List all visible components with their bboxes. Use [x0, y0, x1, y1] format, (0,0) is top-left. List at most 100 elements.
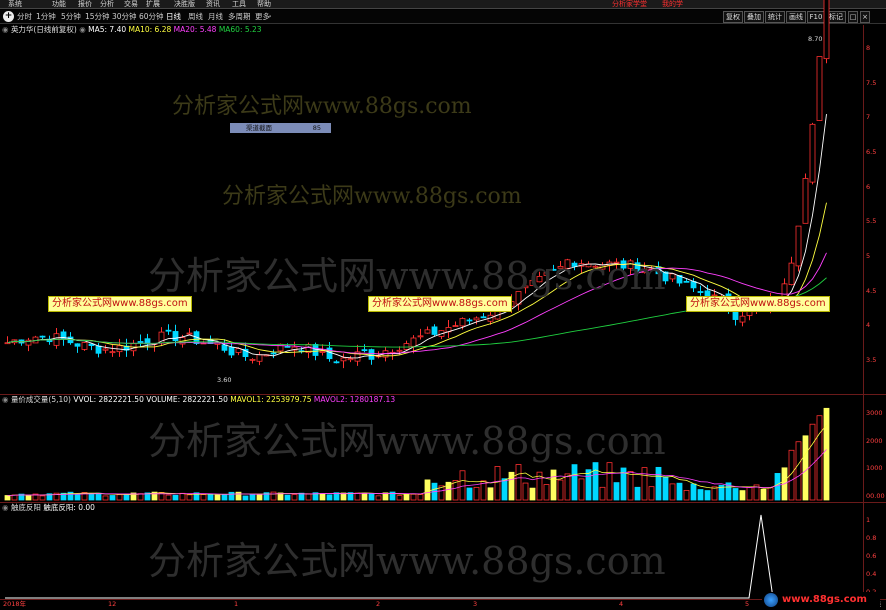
volume-bar [4, 495, 11, 501]
axis-tick-label: 00.00 [866, 492, 885, 500]
volume-bar [291, 494, 298, 501]
panel-divider-indicator[interactable] [0, 502, 886, 503]
volume-bar [417, 494, 424, 501]
date-label-year: 2018年 [3, 600, 27, 608]
candle-body [816, 56, 823, 121]
gear-icon[interactable]: ◉ [2, 395, 9, 404]
volume-bar [683, 489, 690, 501]
candle-body [249, 358, 256, 361]
gear-icon[interactable]: ◉ [2, 503, 9, 512]
ma10-line [7, 202, 827, 357]
volume-bar [354, 492, 361, 501]
volume-bar [165, 494, 172, 501]
axis-tick-label: 3.5 [866, 356, 877, 364]
volume-bar [284, 494, 291, 501]
volume-bar [571, 464, 578, 501]
axis-tick-label: 6.5 [866, 148, 877, 156]
candle-body [529, 279, 536, 286]
candle-body [284, 345, 291, 348]
candle-body [592, 265, 599, 268]
volume-bar [221, 494, 228, 501]
axis-tick-label: 0.8 [866, 534, 877, 542]
candle-body [361, 349, 368, 352]
candle-body [235, 348, 242, 353]
candle-body [613, 261, 620, 264]
volume-bar [823, 407, 830, 501]
volume-bar [522, 482, 529, 501]
volume-bar [172, 494, 179, 501]
volume-bar [270, 491, 277, 501]
date-axis-line [0, 599, 886, 600]
volume-bar [396, 495, 403, 501]
candle-body [410, 337, 417, 347]
price-axis-line [863, 25, 864, 600]
candle-body [81, 342, 88, 350]
volume-bar [634, 486, 641, 501]
candle-body [403, 343, 410, 350]
candle-body [459, 318, 466, 327]
volume-bar [599, 486, 606, 501]
volume-ma-line [7, 449, 827, 496]
volume-bar [494, 466, 501, 501]
candle-body [627, 260, 634, 269]
volume-bar [662, 476, 669, 501]
candle-body [39, 335, 46, 338]
volume-bar [767, 487, 774, 501]
volume-bar [11, 494, 18, 501]
volume-bar [606, 462, 613, 501]
date-label-apr: 4 [619, 600, 624, 608]
candle-body [550, 268, 557, 271]
volume-bar [592, 462, 599, 501]
candle-body [347, 358, 354, 361]
watermark-box: 分析家公式网www.88gs.com [368, 296, 512, 312]
candle-body [4, 342, 11, 345]
volume-bar [179, 492, 186, 501]
volume-bar [186, 494, 193, 501]
volume-bar [39, 495, 46, 501]
axis-tick-label: 7.5 [866, 78, 877, 87]
volume-bar [305, 493, 312, 501]
logo-icon [764, 593, 778, 607]
low-price-marker: 3.60 [217, 376, 232, 384]
axis-tick-label: 3000 [866, 409, 883, 417]
volume-bar [648, 486, 655, 501]
vvol-value: VVOL: 2822221.50 [73, 395, 144, 404]
date-label-jan: 1 [234, 600, 239, 608]
volume-bar [739, 490, 746, 501]
volume-bar [102, 495, 109, 501]
volume-bar [816, 415, 823, 501]
volume-bar [529, 487, 536, 501]
axis-tick-label: 4.5 [866, 286, 877, 295]
candle-body [165, 329, 172, 332]
volume-bar [550, 469, 557, 501]
tooltip-value: 85 [312, 124, 321, 132]
candle-body [557, 266, 564, 269]
volume-bar [669, 483, 676, 501]
axis-tick-label: 5 [866, 252, 871, 260]
volume-bar [795, 441, 802, 501]
candle-body [333, 361, 340, 364]
indicator-title: 触底反阳 [10, 503, 41, 512]
volume-bar [501, 478, 508, 501]
volume-bar [214, 494, 221, 501]
volume-bar [242, 495, 249, 501]
volume-bar [746, 486, 753, 501]
volume-bar [228, 491, 235, 501]
volume-bar [711, 486, 718, 501]
axis-tick-label: 7 [866, 113, 871, 122]
volume-bar [641, 467, 648, 501]
candle-body [634, 262, 641, 273]
volume-bar [109, 495, 116, 501]
volume-bar [410, 493, 417, 501]
candle-body [697, 291, 704, 293]
volume-value: VOLUME: 2822221.50 [146, 395, 228, 404]
candle-body [221, 344, 228, 351]
volume-bar [25, 495, 32, 501]
watermark-box: 分析家公式网www.88gs.com [48, 296, 192, 312]
bottom-logo: www.88gs.com [762, 592, 880, 608]
candle-body [431, 326, 438, 335]
candle-body [340, 357, 347, 362]
high-price-marker: 8.70 [808, 35, 823, 43]
candle-body [480, 316, 487, 319]
volume-bar [697, 489, 704, 501]
